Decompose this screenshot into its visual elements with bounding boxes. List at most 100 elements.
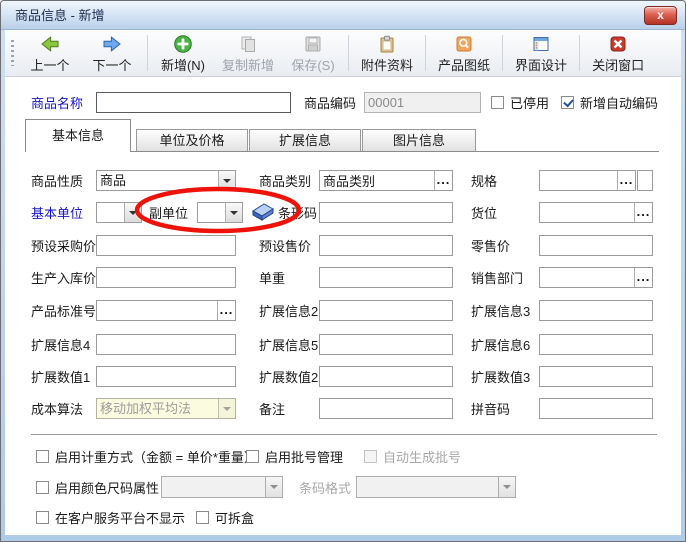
ext-info5-input[interactable] [319,334,453,355]
ext-num3-label: 扩展数值3 [471,367,530,388]
hide-platform-label: 在客户服务平台不显示 [55,508,185,529]
chevron-down-icon [265,477,282,497]
save-button[interactable]: 保存(S) [282,30,344,76]
unit-weight-label: 单重 [259,268,285,289]
standard-no-input[interactable] [97,301,217,320]
autocode-checkbox[interactable] [561,96,574,109]
autocode-label: 新增自动编码 [580,93,658,114]
toolbar-separator [579,35,580,71]
arrow-left-icon [40,34,60,54]
category-input[interactable] [320,171,434,190]
chevron-down-icon[interactable] [218,171,235,190]
sub-unit-value [198,203,225,222]
ext-num1-label: 扩展数值1 [31,367,90,388]
ext-num3-input[interactable] [539,366,653,387]
standard-no-fieldbox: ... [96,300,236,321]
color-size-combobox [161,476,283,498]
base-unit-label: 基本单位 [31,203,83,224]
chevron-down-icon [498,477,515,497]
ext-num2-label: 扩展数值2 [259,367,318,388]
product-name-input[interactable] [96,92,291,113]
add-new-button[interactable]: 新增(N) [152,30,214,76]
close-window-button[interactable]: 关闭窗口 [584,30,652,76]
location-fieldbox: ... [539,202,653,223]
next-button[interactable]: 下一个 [81,30,143,76]
sale-price-input[interactable] [319,235,453,256]
sub-unit-combobox[interactable] [197,202,243,223]
sales-dept-ellipsis-button[interactable]: ... [634,268,652,287]
add-new-label: 新增(N) [161,55,205,74]
pinyin-label: 拼音码 [471,399,510,420]
attachment-icon [377,34,397,54]
nature-value: 商品 [97,171,218,190]
toolbar-separator [348,35,349,71]
location-input[interactable] [540,203,634,222]
production-price-input[interactable] [96,267,236,288]
nature-combobox[interactable]: 商品 [96,170,236,191]
purchase-price-input[interactable] [96,235,236,256]
spec-input[interactable] [540,171,617,190]
auto-batch-checkbox [364,450,377,463]
base-unit-combobox[interactable] [96,202,142,223]
toolbar: 上一个 下一个 新增(N) 复制新增 [5,30,681,77]
tab-units-prices[interactable]: 单位及价格 [136,129,248,152]
copy-new-button[interactable]: 复制新增 [214,30,282,76]
section-divider [31,434,657,435]
titlebar-close-button[interactable]: x [644,6,677,25]
ui-design-button[interactable]: 界面设计 [507,30,575,76]
unit-helper-book-icon[interactable] [249,201,275,223]
retail-price-input[interactable] [539,235,653,256]
ext-info2-label: 扩展信息2 [259,301,318,322]
ext-num1-input[interactable] [96,366,236,387]
location-ellipsis-button[interactable]: ... [634,203,652,222]
product-code-label: 商品编码 [304,93,356,114]
cost-method-label: 成本算法 [31,399,83,420]
barcode-format-label: 条码格式 [299,478,351,499]
product-drawing-button[interactable]: 产品图纸 [430,30,498,76]
prev-button[interactable]: 上一个 [19,30,81,76]
category-label: 商品类别 [259,171,311,192]
sales-dept-input[interactable] [540,268,634,287]
pinyin-input[interactable] [539,398,653,419]
ext-info3-input[interactable] [539,300,653,321]
prev-label: 上一个 [30,55,69,74]
ext-num2-input[interactable] [319,366,453,387]
save-label: 保存(S) [291,55,334,74]
color-size-checkbox[interactable] [36,481,49,494]
toolbar-grip[interactable] [11,40,14,66]
stopped-checkbox[interactable] [491,96,504,109]
base-unit-value [97,203,124,222]
attachments-button[interactable]: 附件资料 [353,30,421,76]
title-bar: 商品信息 - 新增 x [1,1,685,30]
remark-input[interactable] [319,398,453,419]
unit-weight-input[interactable] [319,267,453,288]
ext-info4-input[interactable] [96,334,236,355]
ext-info2-input[interactable] [319,300,453,321]
copy-new-label: 复制新增 [222,55,274,74]
spec-ellipsis-button[interactable]: ... [617,171,635,190]
ext-info6-input[interactable] [539,334,653,355]
location-label: 货位 [471,203,497,224]
hide-platform-checkbox[interactable] [36,511,49,524]
next-label: 下一个 [92,55,131,74]
stopped-label: 已停用 [510,93,549,114]
standard-no-ellipsis-button[interactable]: ... [217,301,235,320]
barcode-format-combobox [356,476,516,498]
tab-extended-info[interactable]: 扩展信息 [249,129,361,152]
splittable-checkbox[interactable] [196,511,209,524]
weight-mode-checkbox[interactable] [36,450,49,463]
barcode-input[interactable] [319,202,453,223]
category-fieldbox: ... [319,170,453,191]
color-size-label: 启用颜色尺码属性 [55,478,159,499]
arrow-right-icon [102,34,122,54]
chevron-down-icon[interactable] [225,203,242,222]
spec-extra-button[interactable] [637,170,653,191]
tab-picture-info[interactable]: 图片信息 [362,129,476,152]
tab-basic-info[interactable]: 基本信息 [25,119,131,152]
chevron-down-icon[interactable] [124,203,141,222]
sales-dept-fieldbox: ... [539,267,653,288]
drawing-icon [454,34,474,54]
barcode-label: 条形码 [278,203,317,224]
batch-checkbox[interactable] [246,450,259,463]
category-ellipsis-button[interactable]: ... [434,171,452,190]
